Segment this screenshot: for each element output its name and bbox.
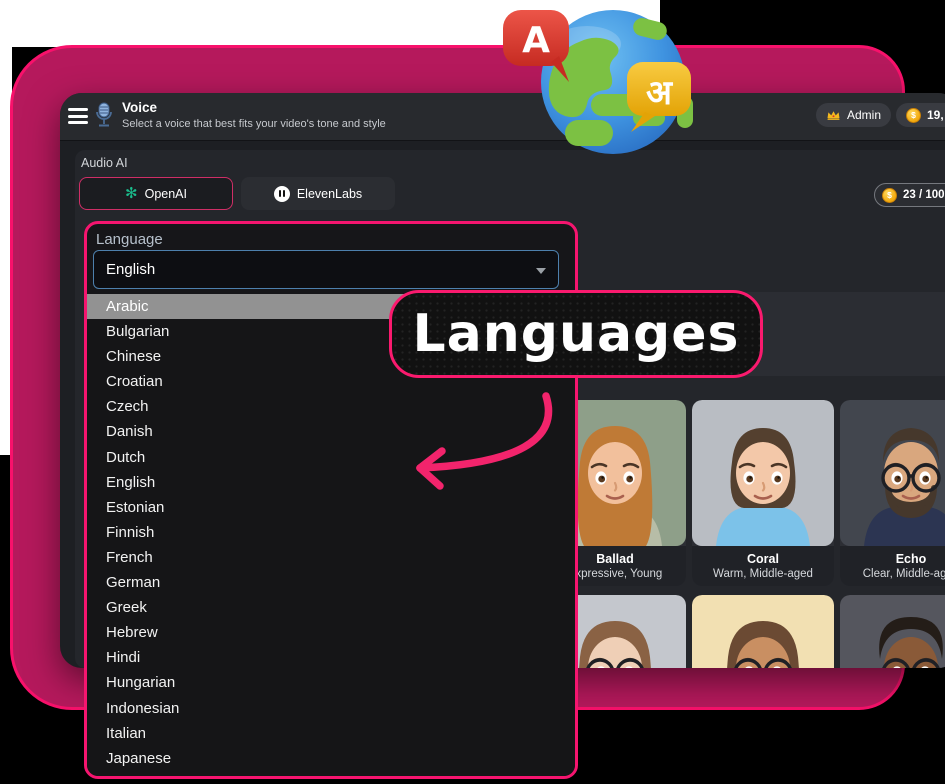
languages-callout-badge: Languages [389, 290, 763, 378]
coin-icon: $ [906, 108, 921, 123]
voice-card[interactable] [840, 595, 945, 668]
provider-tab-openai[interactable]: ✻ OpenAI [79, 177, 233, 210]
admin-badge[interactable]: Admin [816, 103, 891, 127]
language-option-french[interactable]: French [87, 545, 575, 570]
language-field-label: Language [96, 231, 163, 248]
voice-description: Clear, Middle-aged [863, 568, 945, 580]
translation-globe-icon: A अ [495, 4, 700, 159]
page: Voice Select a voice that best fits your… [0, 0, 945, 784]
language-option-korean[interactable]: Korean [87, 771, 575, 776]
voice-card[interactable] [692, 595, 834, 668]
curved-arrow-annotation [398, 388, 563, 503]
audio-ai-section-label: Audio AI [81, 156, 128, 170]
language-selected-value: English [106, 261, 155, 278]
voices-row-2 [544, 595, 945, 668]
voice-name: Echo [896, 552, 927, 566]
credits-badge[interactable]: $ 19, [896, 103, 945, 127]
language-select[interactable]: English [93, 250, 559, 289]
language-option-japanese[interactable]: Japanese [87, 746, 575, 771]
chevron-down-icon [536, 268, 546, 274]
provider-tab-elevenlabs[interactable]: ElevenLabs [241, 177, 395, 210]
voice-avatar [692, 595, 834, 668]
voice-avatar [840, 595, 945, 668]
svg-text:अ: अ [646, 73, 674, 113]
language-option-finnish[interactable]: Finnish [87, 520, 575, 545]
language-option-hebrew[interactable]: Hebrew [87, 620, 575, 645]
language-option-indonesian[interactable]: Indonesian [87, 696, 575, 721]
voice-name: Coral [747, 552, 779, 566]
language-option-hungarian[interactable]: Hungarian [87, 670, 575, 695]
voice-description: Expressive, Young [568, 568, 663, 580]
voice-avatar [692, 400, 834, 546]
languages-callout-text: Languages [412, 304, 739, 364]
microphone-icon [94, 102, 114, 130]
elevenlabs-logo-icon [274, 186, 290, 202]
provider-elevenlabs-label: ElevenLabs [297, 187, 362, 201]
language-option-german[interactable]: German [87, 570, 575, 595]
voice-description: Warm, Middle-aged [713, 568, 813, 580]
coin-icon: $ [882, 188, 897, 203]
voice-name: Ballad [596, 552, 634, 566]
language-option-greek[interactable]: Greek [87, 595, 575, 620]
provider-openai-label: OpenAI [145, 187, 187, 201]
admin-badge-label: Admin [847, 108, 881, 122]
openai-logo-icon: ✻ [125, 186, 138, 201]
voices-row-1: Ballad Expressive, Young Coral Warm, Middl… [544, 400, 945, 586]
menu-icon[interactable] [68, 108, 88, 124]
language-option-hindi[interactable]: Hindi [87, 645, 575, 670]
usage-counter-badge[interactable]: $ 23 / 100 [874, 183, 945, 207]
voice-avatar [840, 400, 945, 546]
language-option-italian[interactable]: Italian [87, 721, 575, 746]
crown-icon [826, 109, 841, 121]
page-subtitle: Select a voice that best fits your video… [122, 118, 386, 130]
usage-counter-value: 23 / 100 [903, 189, 945, 201]
voice-card-echo[interactable]: Echo Clear, Middle-aged [840, 400, 945, 586]
svg-text:A: A [522, 20, 550, 61]
page-title: Voice [122, 100, 157, 115]
voice-card-coral[interactable]: Coral Warm, Middle-aged [692, 400, 834, 586]
credits-value: 19, [927, 108, 944, 122]
